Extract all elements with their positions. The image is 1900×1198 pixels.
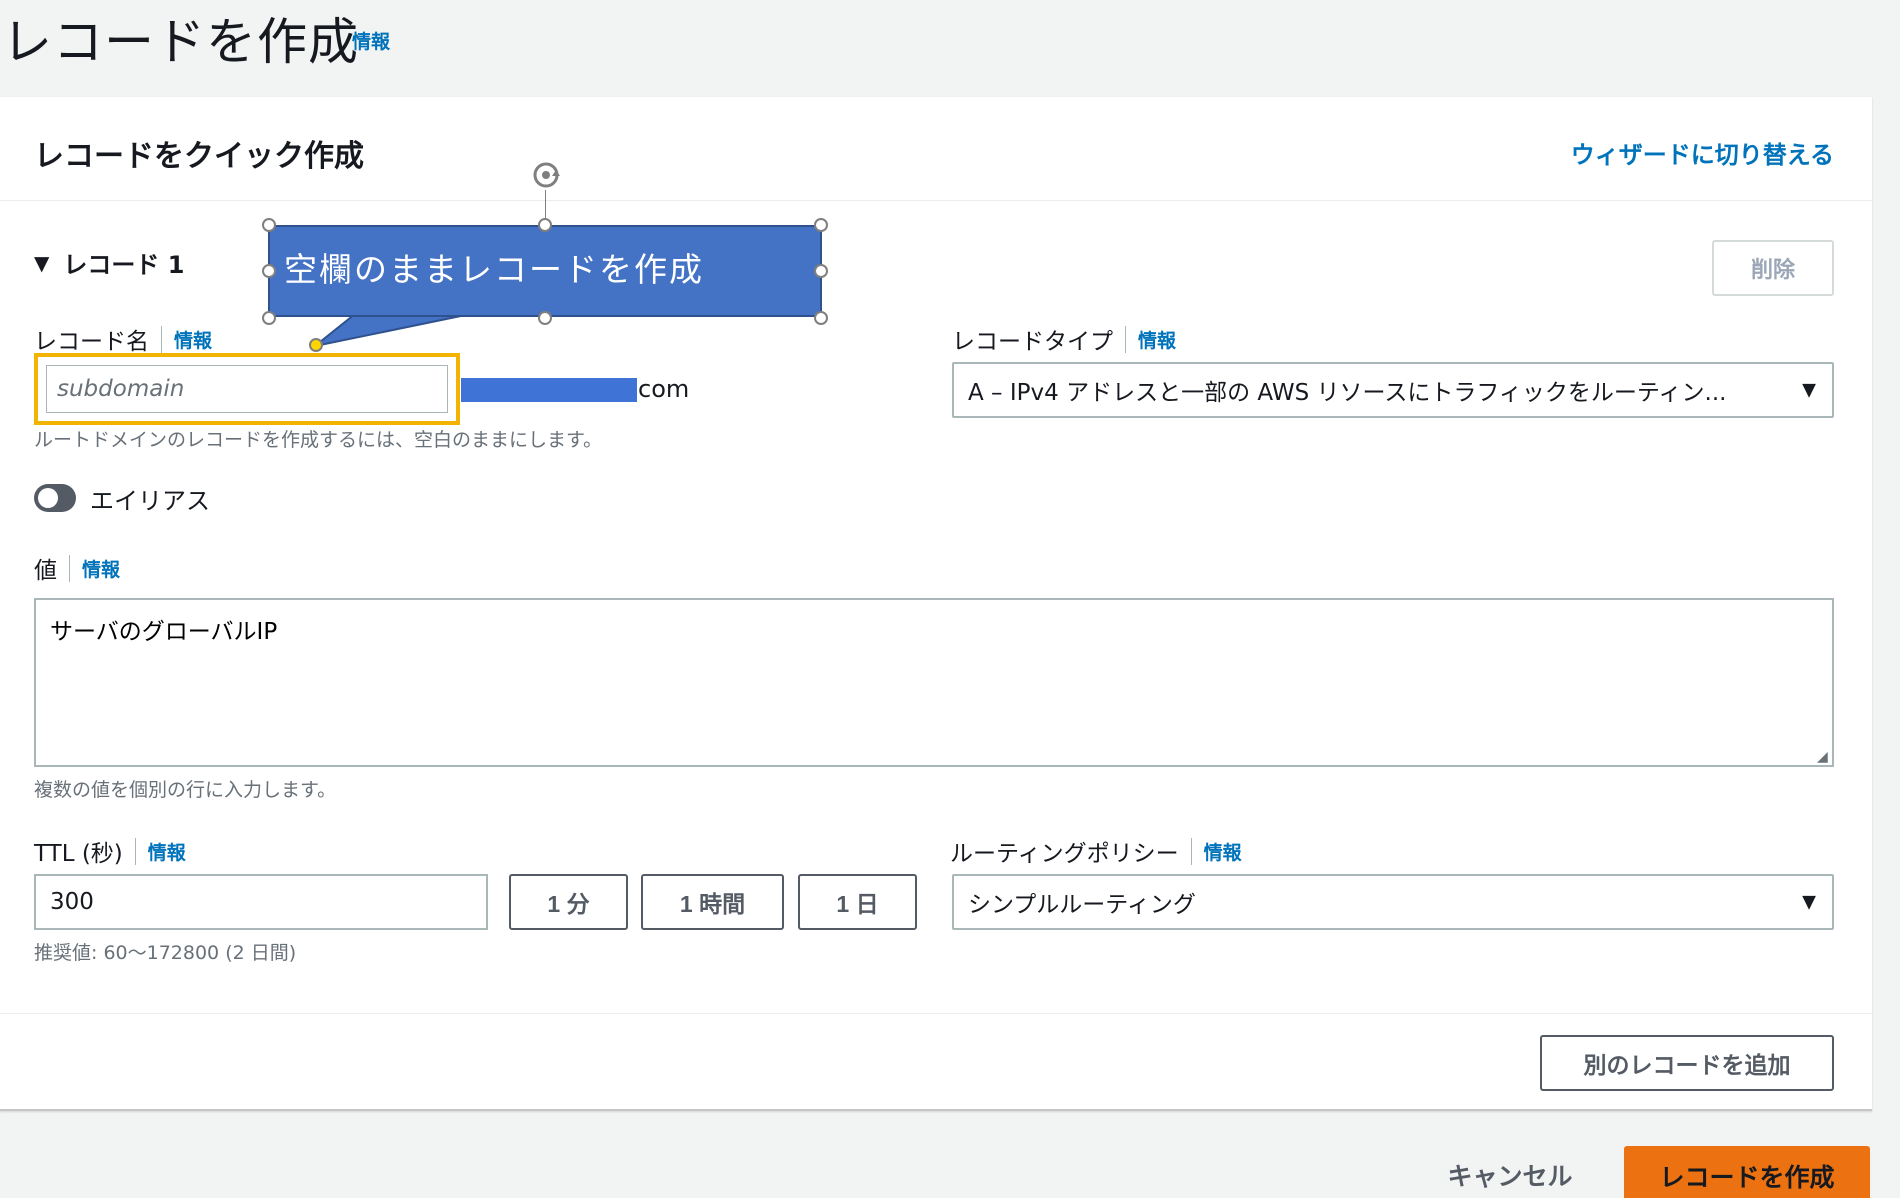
record-section-toggle[interactable]: ▼ レコード 1 [34, 245, 184, 280]
value-info-link[interactable]: 情報 [69, 554, 120, 582]
rotate-handle-icon [529, 158, 563, 196]
ttl-input[interactable]: 300 [34, 874, 488, 930]
record-type-select[interactable]: A – IPv4 アドレスと一部の AWS リソースにトラフィックをルーティン.… [952, 362, 1834, 418]
page-info-link[interactable]: 情報 [352, 27, 390, 54]
callout-tail-handle [309, 338, 323, 352]
alias-toggle[interactable] [34, 484, 76, 512]
ttl-info-link[interactable]: 情報 [134, 837, 186, 865]
record-section-label: レコード 1 [63, 251, 185, 279]
record-type-info-link[interactable]: 情報 [1125, 325, 1176, 353]
record-type-label-text: レコードタイプ [952, 329, 1113, 355]
toggle-knob [38, 488, 58, 508]
routing-policy-info-link[interactable]: 情報 [1190, 837, 1242, 865]
routing-policy-label: ルーティングポリシー 情報 [950, 834, 1242, 868]
value-hint: 複数の値を個別の行に入力します。 [34, 779, 337, 801]
page-title: レコードを作成 [2, 13, 359, 71]
record-name-input[interactable] [46, 365, 448, 413]
selection-handle [262, 311, 276, 325]
routing-policy-select[interactable]: シンプルルーティング ▼ [952, 874, 1834, 930]
routing-policy-value: シンプルルーティング [968, 892, 1196, 918]
ttl-label: TTL (秒) 情報 [34, 834, 186, 868]
alias-label: エイリアス [90, 487, 210, 515]
redacted-domain [461, 378, 637, 402]
selection-handle [814, 218, 828, 232]
record-type-label: レコードタイプ 情報 [952, 322, 1176, 356]
add-record-button[interactable]: 別のレコードを追加 [1540, 1035, 1834, 1091]
value-textarea[interactable]: サーバのグローバルIP [34, 598, 1834, 767]
cancel-button[interactable]: キャンセル [1440, 1152, 1580, 1198]
value-label: 値 情報 [34, 551, 120, 585]
callout-annotation: 空欄のままレコードを作成 [268, 225, 822, 317]
record-name-info-link[interactable]: 情報 [161, 325, 212, 353]
delete-button[interactable]: 削除 [1712, 240, 1834, 296]
selection-handle [814, 311, 828, 325]
caret-down-icon: ▼ [1802, 891, 1816, 913]
selection-handle [538, 218, 552, 232]
domain-suffix: com [638, 375, 690, 403]
routing-policy-label-text: ルーティングポリシー [950, 841, 1179, 867]
footer-divider [0, 1013, 1872, 1014]
selection-handle [262, 264, 276, 278]
caret-down-icon: ▼ [1802, 379, 1816, 401]
card-title: レコードをクイック作成 [34, 139, 364, 174]
selection-handle [538, 311, 552, 325]
create-record-button[interactable]: レコードを作成 [1624, 1146, 1870, 1198]
ttl-1-day-button[interactable]: 1 日 [798, 874, 917, 930]
resize-grip-icon[interactable]: ◢ [1817, 749, 1828, 765]
record-name-label: レコード名 情報 [34, 322, 212, 356]
record-name-label-text: レコード名 [34, 329, 149, 355]
caret-down-icon: ▼ [34, 250, 50, 275]
record-name-highlight [34, 353, 460, 425]
record-type-value: A – IPv4 アドレスと一部の AWS リソースにトラフィックをルーティン.… [968, 380, 1727, 406]
selection-handle [814, 264, 828, 278]
record-name-hint: ルートドメインのレコードを作成するには、空白のままにします。 [34, 429, 603, 451]
ttl-1-minute-button[interactable]: 1 分 [509, 874, 628, 930]
selection-handle [262, 218, 276, 232]
ttl-1-hour-button[interactable]: 1 時間 [641, 874, 784, 930]
switch-to-wizard-link[interactable]: ウィザードに切り替える [1571, 135, 1834, 170]
ttl-hint: 推奨値: 60～172800 (2 日間) [34, 942, 297, 964]
ttl-label-text: TTL (秒) [34, 841, 123, 867]
card-header: レコードをクイック作成 ウィザードに切り替える [0, 97, 1872, 201]
value-label-text: 値 [34, 558, 57, 584]
